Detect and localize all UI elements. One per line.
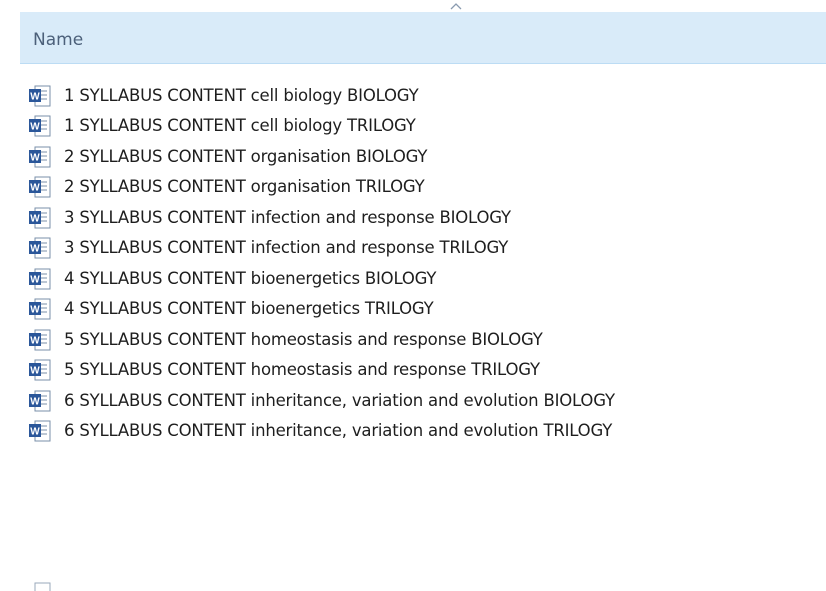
word-document-icon: W xyxy=(28,113,64,139)
list-item[interactable]: W 6 SYLLABUS CONTENT inheritance, variat… xyxy=(28,387,615,415)
svg-text:W: W xyxy=(30,244,40,255)
file-name: 4 SYLLABUS CONTENT bioenergetics BIOLOGY xyxy=(64,269,437,288)
list-item[interactable]: W 3 SYLLABUS CONTENT infection and respo… xyxy=(28,234,508,262)
word-document-icon: W xyxy=(28,235,64,261)
word-document-icon: W xyxy=(28,144,64,170)
svg-text:W: W xyxy=(30,183,40,194)
file-name: 5 SYLLABUS CONTENT homeostasis and respo… xyxy=(64,330,543,349)
file-name: 1 SYLLABUS CONTENT cell biology BIOLOGY xyxy=(64,86,419,105)
word-document-icon: W xyxy=(28,83,64,109)
list-item[interactable]: W 2 SYLLABUS CONTENT organisation TRILOG… xyxy=(28,173,425,201)
list-item[interactable]: W 3 SYLLABUS CONTENT infection and respo… xyxy=(28,204,511,232)
word-document-icon: W xyxy=(28,266,64,292)
file-name: 3 SYLLABUS CONTENT infection and respons… xyxy=(64,238,509,257)
svg-text:W: W xyxy=(30,275,40,286)
document-icon xyxy=(28,582,64,591)
svg-text:W: W xyxy=(30,427,40,438)
file-name: 6 SYLLABUS CONTENT inheritance, variatio… xyxy=(64,391,615,410)
svg-text:W: W xyxy=(30,397,40,408)
svg-text:W: W xyxy=(30,122,40,133)
file-name: 1 SYLLABUS CONTENT cell biology TRILOGY xyxy=(64,116,416,135)
svg-text:W: W xyxy=(30,366,40,377)
word-document-icon: W xyxy=(28,327,64,353)
file-name: 2 SYLLABUS CONTENT organisation BIOLOGY xyxy=(64,147,428,166)
word-document-icon: W xyxy=(28,388,64,414)
name-column-header[interactable]: Name xyxy=(20,3,826,64)
file-name: 5 SYLLABUS CONTENT homeostasis and respo… xyxy=(64,360,540,379)
word-document-icon: W xyxy=(28,418,64,444)
svg-text:W: W xyxy=(30,153,40,164)
file-name: 3 SYLLABUS CONTENT infection and respons… xyxy=(64,208,511,227)
list-item[interactable]: W 5 SYLLABUS CONTENT homeostasis and res… xyxy=(28,356,540,384)
column-header-label: Name xyxy=(33,30,84,50)
list-item[interactable]: W 5 SYLLABUS CONTENT homeostasis and res… xyxy=(28,326,543,354)
svg-text:W: W xyxy=(30,92,40,103)
file-name: 6 SYLLABUS CONTENT inheritance, variatio… xyxy=(64,421,613,440)
list-item[interactable]: W 1 SYLLABUS CONTENT cell biology TRILOG… xyxy=(28,112,416,140)
list-item[interactable]: W 4 SYLLABUS CONTENT bioenergetics TRILO… xyxy=(28,295,434,323)
word-document-icon: W xyxy=(28,296,64,322)
word-document-icon: W xyxy=(28,205,64,231)
word-document-icon: W xyxy=(28,174,64,200)
chevron-up-icon xyxy=(450,3,462,10)
svg-text:W: W xyxy=(30,305,40,316)
list-item[interactable]: W 2 SYLLABUS CONTENT organisation BIOLOG… xyxy=(28,143,427,171)
word-document-icon: W xyxy=(28,357,64,383)
list-item[interactable]: W 1 SYLLABUS CONTENT cell biology BIOLOG… xyxy=(28,82,419,110)
file-name: 4 SYLLABUS CONTENT bioenergetics TRILOGY xyxy=(64,299,434,318)
svg-text:W: W xyxy=(30,336,40,347)
file-name: 2 SYLLABUS CONTENT organisation TRILOGY xyxy=(64,177,425,196)
file-explorer-list-view: Name W 1 SYLLABUS CONTENT cell biology B… xyxy=(0,0,826,591)
svg-text:W: W xyxy=(30,214,40,225)
list-item[interactable]: W 6 SYLLABUS CONTENT inheritance, variat… xyxy=(28,417,612,445)
list-item[interactable]: W 4 SYLLABUS CONTENT bioenergetics BIOLO… xyxy=(28,265,436,293)
